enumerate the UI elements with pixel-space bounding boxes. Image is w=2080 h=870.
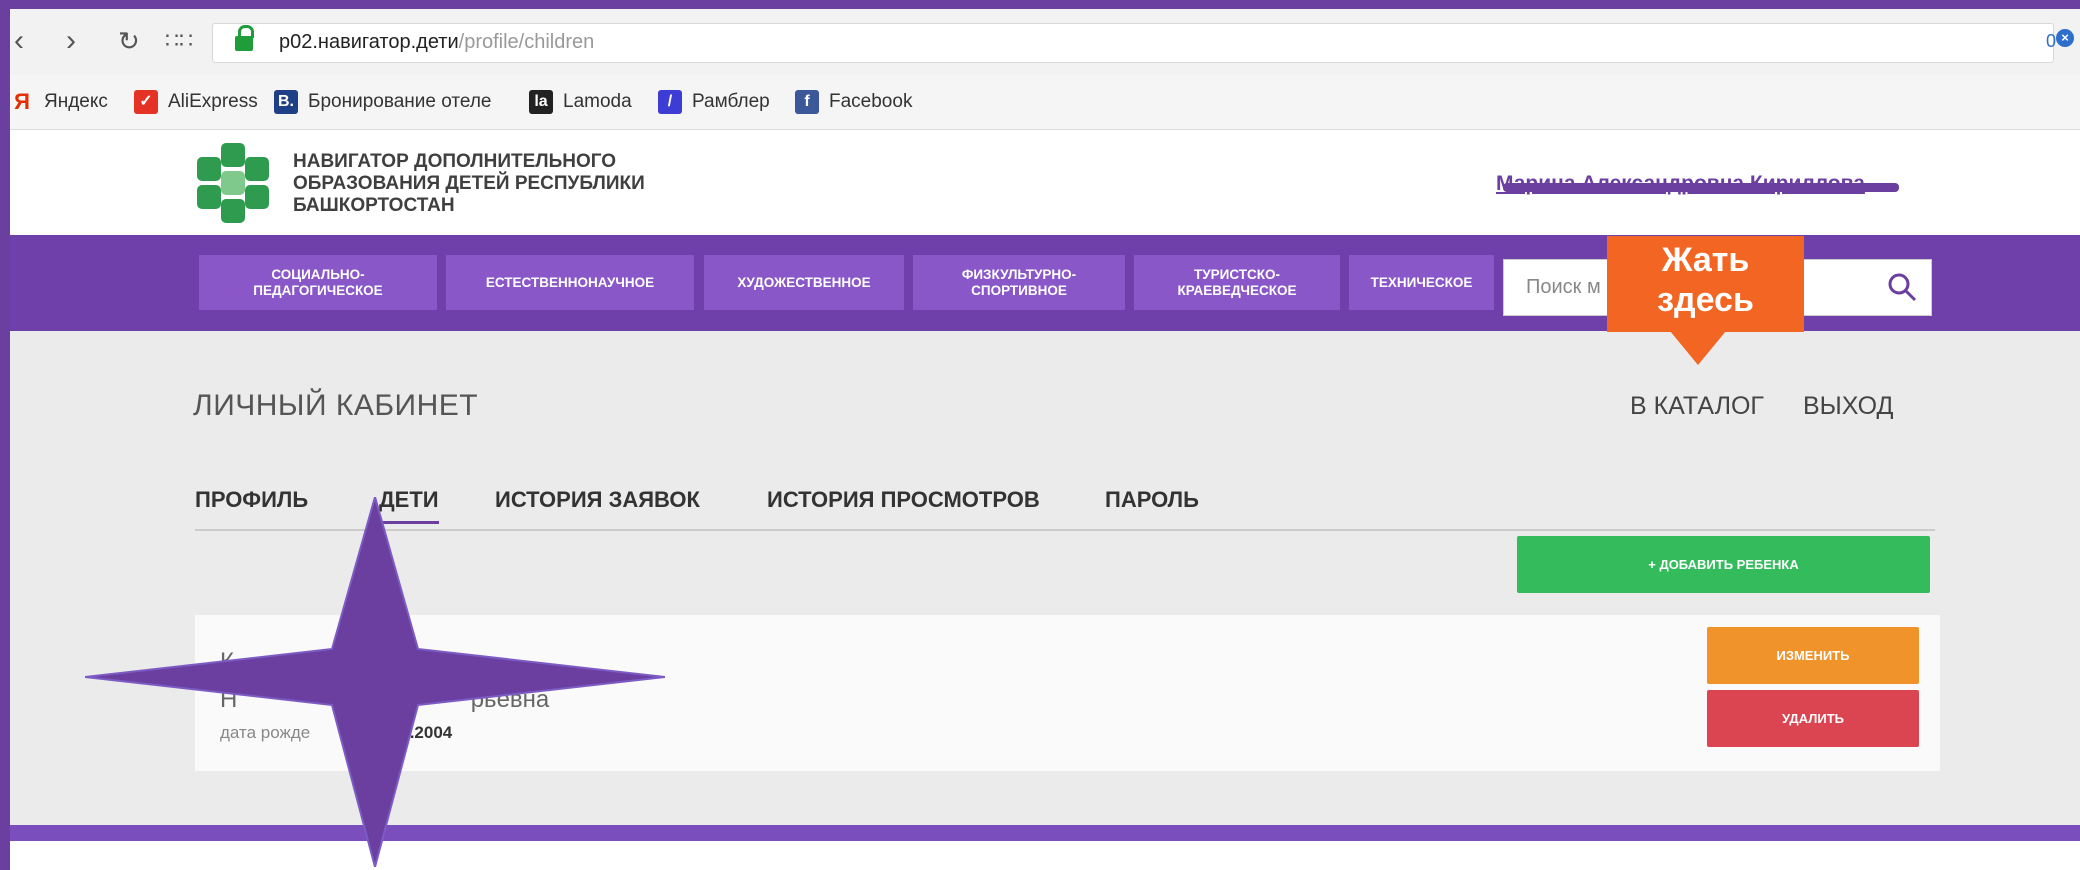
address-bar-row: ‹ › ↻ ∷∷ p02.навигатор.дети/profile/chil… [10,9,2080,75]
bookmark-item[interactable]: / Рамблер [658,90,770,114]
aliexpress-icon: ✓ [134,90,158,114]
star-icon [85,497,665,867]
category-science[interactable]: ЕСТЕСТВЕННОНАУЧНОЕ [446,255,694,310]
bookmark-item[interactable]: la Lamoda [529,90,632,114]
tab-password[interactable]: ПАРОЛЬ [1105,487,1199,521]
lamoda-icon: la [529,90,553,114]
page-title: ЛИЧНЫЙ КАБИНЕТ [193,389,479,422]
bookmark-item[interactable]: Я Яндекс [10,90,108,114]
lock-icon [235,25,254,51]
bookmark-item[interactable]: f Facebook [795,90,912,114]
rambler-icon: / [658,90,682,114]
yandex-icon: Я [14,89,30,114]
search-placeholder: Поиск м [1526,276,1601,298]
click-here-callout: Жать здесь [1607,236,1804,332]
site-title-line: БАШКОРТОСТАН [293,195,455,216]
logout-link[interactable]: ВЫХОД [1803,392,1893,421]
edit-child-button[interactable]: ИЗМЕНИТЬ [1707,627,1919,684]
bookmarks-bar: Я Яндекс ✓ AliExpress B. Бронирование отеле la… [10,75,2080,130]
catalog-link[interactable]: В КАТАЛОГ [1630,392,1764,421]
extension-count: 0 [2045,31,2056,51]
category-tourism[interactable]: ТУРИСТСКО-КРАЕВЕДЧЕСКОЕ [1134,255,1340,310]
callout-arrow-icon [1670,331,1726,365]
category-art[interactable]: ХУДОЖЕСТВЕННОЕ [704,255,904,310]
site-header: НАВИГАТОР ДОПОЛНИТЕЛЬНОГО ОБРАЗОВАНИЯ ДЕ… [10,130,2080,235]
facebook-icon: f [795,90,819,114]
extension-icon[interactable]: × [2056,29,2074,47]
category-tech[interactable]: ТЕХНИЧЕСКОЕ [1349,255,1494,310]
add-child-button[interactable]: + ДОБАВИТЬ РЕБЕНКА [1517,536,1930,593]
site-logo-icon[interactable] [193,143,273,223]
tab-views-history[interactable]: ИСТОРИЯ ПРОСМОТРОВ [767,487,1040,521]
forward-icon[interactable]: › [66,23,76,59]
category-sport[interactable]: ФИЗКУЛЬТУРНО-СПОРТИВНОЕ [913,255,1125,310]
site-title-line: ОБРАЗОВАНИЯ ДЕТЕЙ РЕСПУБЛИКИ [293,173,645,194]
url-field[interactable]: p02.навигатор.дети/profile/children [212,23,2054,63]
site-title[interactable]: НАВИГАТОР ДОПОЛНИТЕЛЬНОГО ОБРАЗОВАНИЯ ДЕ… [293,151,793,217]
search-icon[interactable] [1887,272,1917,302]
reload-icon[interactable]: ↻ [118,23,140,59]
category-social[interactable]: СОЦИАЛЬНО-ПЕДАГОГИЧЕСКОЕ [199,255,437,310]
bookmark-item[interactable]: ✓ AliExpress [134,90,258,114]
bookmark-item[interactable]: B. Бронирование отеле [274,90,491,114]
site-title-line: НАВИГАТОР ДОПОЛНИТЕЛЬНОГО [293,151,617,172]
url-text: p02.навигатор.дети/profile/children [279,31,595,53]
redaction-mark [1503,183,1899,192]
back-icon[interactable]: ‹ [14,23,24,59]
apps-grid-icon[interactable]: ∷∷ [165,23,193,59]
browser-window: ‹ › ↻ ∷∷ p02.навигатор.дети/profile/chil… [10,9,2080,870]
delete-child-button[interactable]: УДАЛИТЬ [1707,690,1919,747]
booking-icon: B. [274,90,298,114]
